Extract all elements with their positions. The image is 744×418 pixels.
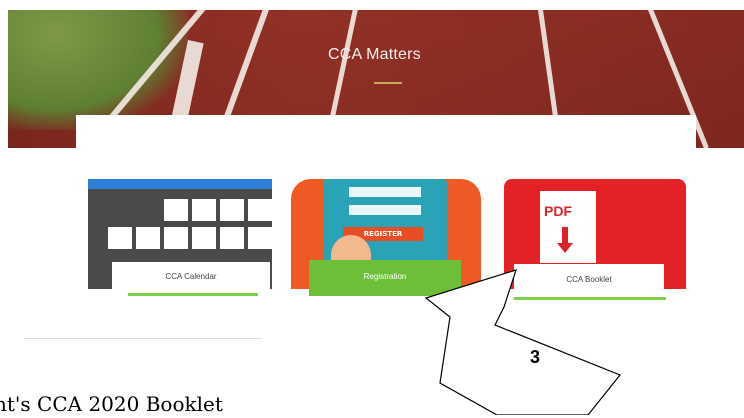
calendar-header-bar xyxy=(88,179,272,189)
form-field-graphic xyxy=(349,205,421,215)
page-title: CCA Matters xyxy=(328,46,421,63)
calendar-underline xyxy=(128,293,258,296)
title-underline xyxy=(374,82,402,84)
download-arrowhead-icon xyxy=(557,243,573,253)
booklet-caption: nt's CCA 2020 Booklet xyxy=(0,392,223,416)
grass-decoration xyxy=(8,10,188,130)
section-divider xyxy=(24,338,262,339)
form-field-graphic xyxy=(349,187,421,197)
pdf-icon-text: PDF xyxy=(544,203,572,219)
callout-arrow-icon xyxy=(424,269,621,415)
calendar-label[interactable]: CCA Calendar xyxy=(112,262,270,292)
step-number: 3 xyxy=(530,347,541,367)
